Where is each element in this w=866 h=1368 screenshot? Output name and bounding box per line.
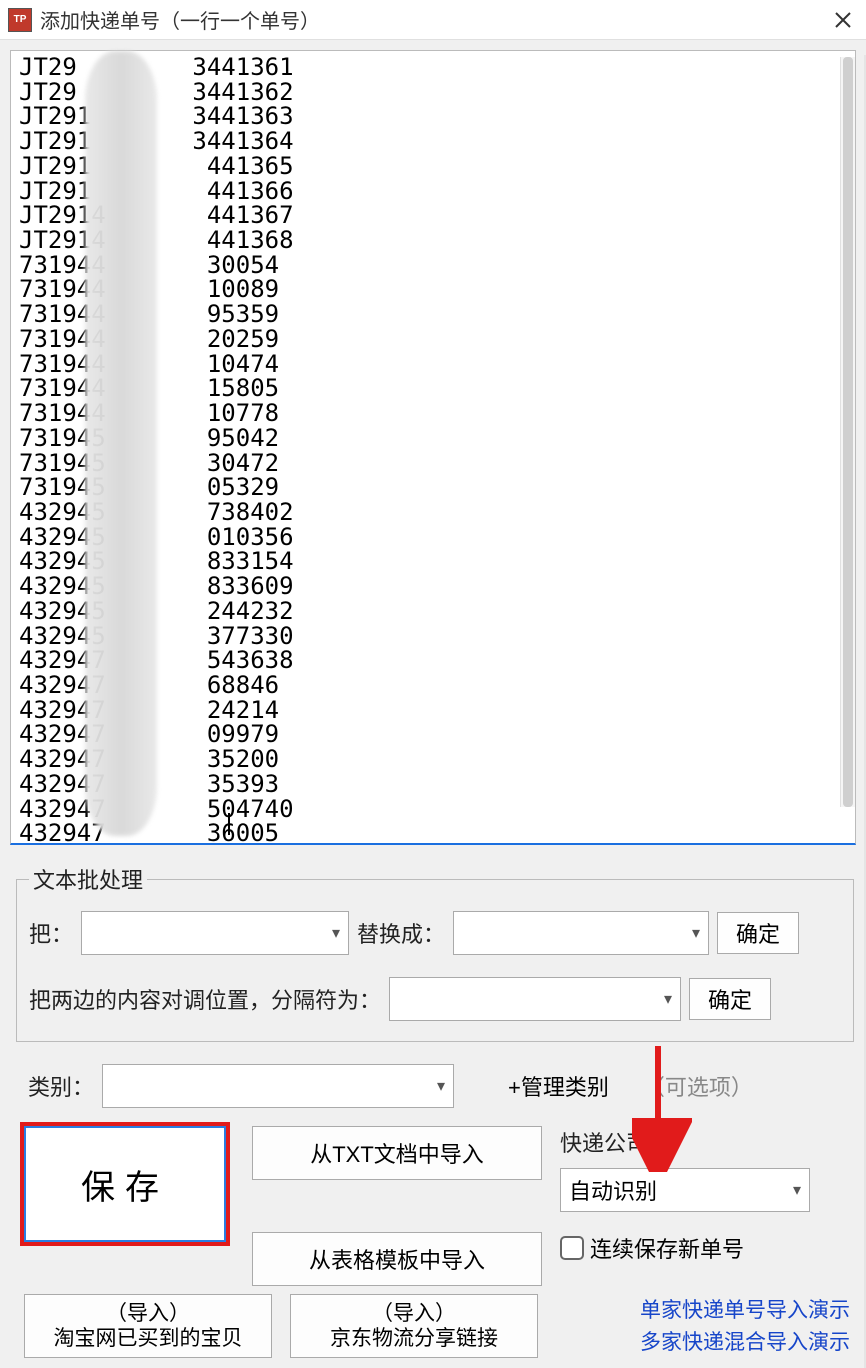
chevron-down-icon: ▾ [692,923,700,943]
replace-from-label: 把： [29,917,73,949]
courier-label: 快递公司： [560,1126,858,1158]
tracking-textarea[interactable] [11,51,855,843]
replace-to-combo[interactable]: ▾ [453,911,709,955]
import-jd-button[interactable]: （导入） 京东物流分享链接 [290,1294,538,1358]
tracking-textarea-wrap [10,50,856,845]
continuous-save-label: 连续保存新单号 [590,1232,744,1264]
scrollbar[interactable] [840,57,855,807]
app-icon: TP [8,8,32,32]
swap-delimiter-combo[interactable]: ▾ [389,977,681,1021]
demo-single-link[interactable]: 单家快递单号导入演示 [640,1294,850,1324]
chevron-down-icon: ▾ [664,989,672,1009]
replace-confirm-button[interactable]: 确定 [717,912,799,954]
import-taobao-button[interactable]: （导入） 淘宝网已买到的宝贝 [24,1294,272,1358]
category-label: 类别： [28,1070,94,1102]
chevron-down-icon: ▾ [332,923,340,943]
import-jd-label: 京东物流分享链接 [330,1326,498,1351]
titlebar: TP 添加快递单号（一行一个单号） [0,0,866,40]
batch-legend: 文本批处理 [29,863,147,895]
optional-hint: （可选项） [643,1070,753,1102]
category-combo[interactable]: ▾ [102,1064,454,1108]
chevron-down-icon: ▾ [793,1180,801,1200]
window-title: 添加快递单号（一行一个单号） [40,5,828,34]
chevron-down-icon: ▾ [437,1076,445,1096]
manage-category-link[interactable]: +管理类别 [508,1070,609,1102]
swap-confirm-button[interactable]: 确定 [689,978,771,1020]
import-taobao-label: 淘宝网已买到的宝贝 [54,1326,243,1351]
import-template-button[interactable]: 从表格模板中导入 [252,1232,542,1286]
import-jd-top: （导入） [372,1301,456,1326]
batch-processing-group: 文本批处理 把： ▾ 替换成： ▾ 确定 把两边的内容对调位置，分隔符为： ▾ … [16,863,854,1042]
demo-multi-link[interactable]: 多家快递混合导入演示 [640,1326,850,1356]
close-button[interactable] [828,5,858,35]
save-button[interactable]: 保存 [24,1126,226,1242]
text-cursor [228,813,230,835]
continuous-save-checkbox[interactable] [560,1236,584,1260]
scrollbar-thumb[interactable] [843,57,853,807]
swap-label: 把两边的内容对调位置，分隔符为： [29,983,381,1015]
import-txt-button[interactable]: 从TXT文档中导入 [252,1126,542,1180]
replace-from-combo[interactable]: ▾ [81,911,349,955]
courier-combo[interactable]: 自动识别 ▾ [560,1168,810,1212]
replace-to-label: 替换成： [357,917,445,949]
courier-selected: 自动识别 [569,1174,657,1206]
dialog-body: 文本批处理 把： ▾ 替换成： ▾ 确定 把两边的内容对调位置，分隔符为： ▾ … [0,40,866,1368]
close-icon [833,10,853,30]
import-taobao-top: （导入） [106,1301,190,1326]
